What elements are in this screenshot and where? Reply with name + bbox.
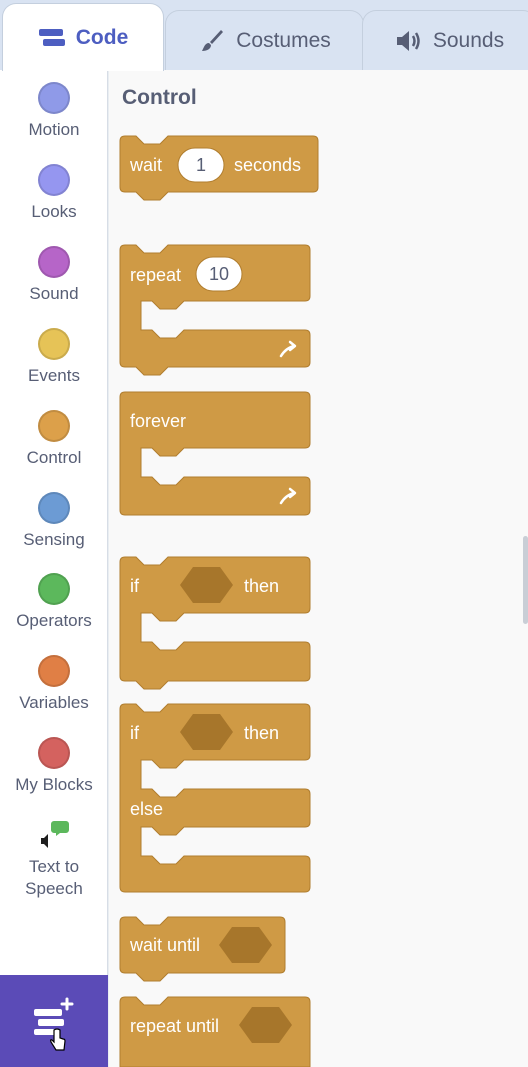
wait-until-block[interactable]: wait until bbox=[119, 916, 286, 982]
repeat-until-block[interactable]: repeat until bbox=[119, 996, 311, 1067]
repeat-block[interactable]: repeat 10 bbox=[119, 244, 311, 376]
if-then-block[interactable]: if then bbox=[119, 556, 311, 690]
tab-code-label: Code bbox=[75, 25, 129, 49]
repeat-until-label: repeat until bbox=[130, 1016, 219, 1036]
if-then-else-block[interactable]: if then else bbox=[119, 703, 311, 893]
wait-label: wait bbox=[129, 155, 162, 175]
then-label: then bbox=[244, 723, 279, 743]
tab-code[interactable]: Code bbox=[2, 3, 164, 71]
forever-block[interactable]: forever bbox=[119, 391, 311, 516]
wait-duration-value: 1 bbox=[196, 155, 206, 175]
code-icon bbox=[38, 25, 66, 51]
seconds-label: seconds bbox=[234, 155, 301, 175]
wait-until-label: wait until bbox=[129, 935, 200, 955]
wait-seconds-block[interactable]: wait 1 seconds bbox=[119, 135, 319, 201]
then-label: then bbox=[244, 576, 279, 596]
else-label: else bbox=[130, 799, 163, 819]
repeat-count-value: 10 bbox=[209, 264, 229, 284]
if-label: if bbox=[130, 576, 140, 596]
repeat-label: repeat bbox=[130, 265, 181, 285]
control-blocks: wait 1 seconds repeat 10 forever if then… bbox=[119, 135, 319, 1067]
forever-label: forever bbox=[130, 411, 186, 431]
if-label: if bbox=[130, 723, 140, 743]
